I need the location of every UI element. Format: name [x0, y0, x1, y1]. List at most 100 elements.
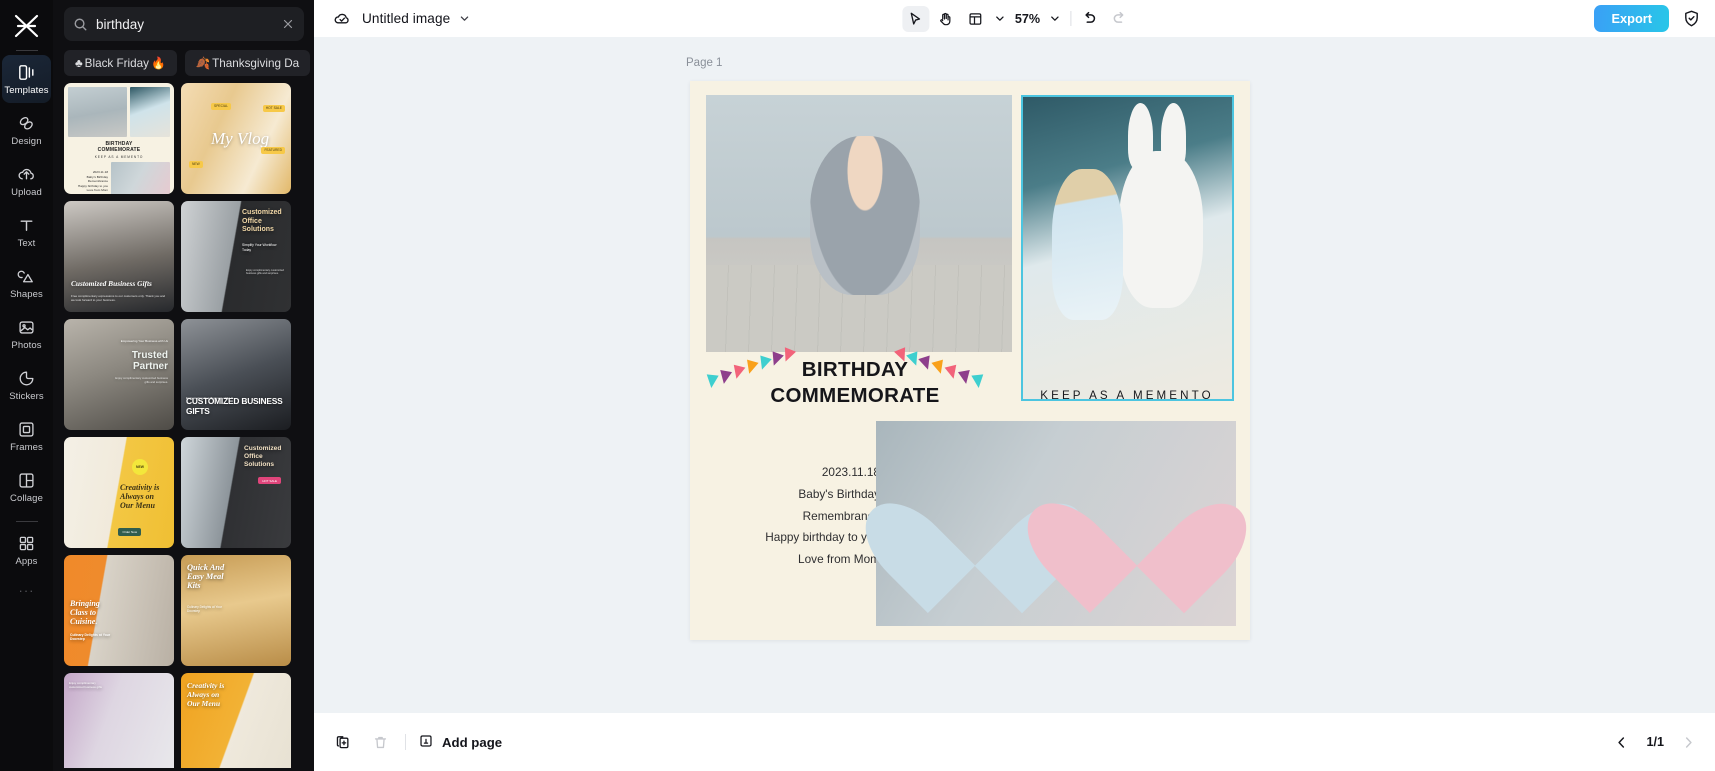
thumb-badge: NEW	[132, 459, 148, 475]
search-icon	[73, 17, 88, 32]
sidebar-item-shapes[interactable]: Shapes	[2, 259, 51, 307]
chip-lead-icon: 🍂	[195, 57, 211, 70]
image-baby-figure	[810, 136, 921, 296]
canvas-area[interactable]: Page 1 BIRTHDAY COMMEMORATE KEEP AS A ME…	[314, 37, 1715, 713]
chevron-down-icon[interactable]	[459, 13, 470, 24]
canvas-tools: 57%	[901, 5, 1127, 32]
rail-divider-bottom	[15, 521, 38, 522]
template-card-customized-office-solutions-window[interactable]: Customized Office Solutions HOT SALE	[181, 437, 291, 548]
design-message-line: Love from Mom	[798, 552, 880, 567]
sidebar-label-photos: Photos	[11, 340, 42, 351]
thumb-title: Customized Office Solutions	[242, 209, 282, 233]
template-card-customized-office-solutions-relax[interactable]: Customized Office Solutions Simplify You…	[181, 201, 291, 312]
thumb-tag: NEW	[189, 161, 203, 168]
design-message-line: 2023.11.18	[821, 465, 880, 479]
search-box[interactable]	[64, 7, 304, 41]
thumb-photo-twins	[111, 162, 170, 194]
thumb-body: Free complimentary expressions to our cu…	[71, 294, 166, 302]
thumb-text: 2023.11.18 Baby's Birthday Remembrance Happ…	[77, 170, 109, 193]
template-card-creativity-always-on-our-menu[interactable]: Creativity is Always on Our Menu	[181, 673, 291, 768]
template-grid: BIRTHDAY COMMEMORATE KEEP AS A MEMENTO 2…	[53, 83, 314, 768]
chip-black-friday[interactable]: ♣ Black Friday 🔥	[64, 50, 177, 76]
add-page-label: Add page	[442, 734, 503, 750]
duplicate-page-icon[interactable]	[330, 729, 356, 755]
design-message-text[interactable]: 2023.11.18 Baby's Birthday Remembrance H…	[712, 462, 880, 571]
stickers-icon	[16, 368, 37, 389]
template-card-birthday-commemorate[interactable]: BIRTHDAY COMMEMORATE KEEP AS A MEMENTO 2…	[64, 83, 174, 194]
chip-lead-icon: ♣	[75, 56, 83, 70]
thumb-subtitle: Culinary Delights at Your Doorstep	[70, 633, 111, 641]
design-image-twin-babies[interactable]	[876, 421, 1236, 626]
search-wrapper	[53, 0, 314, 41]
thumb-title: Creativity is Always on Our Menu	[120, 483, 160, 510]
shapes-icon	[16, 266, 37, 287]
apps-icon	[16, 533, 37, 554]
template-card-customized-business-gifts-call[interactable]: Empowering Your Business with Us CUSTOMI…	[181, 319, 291, 430]
document-title[interactable]: Untitled image	[362, 11, 450, 26]
prev-page-button[interactable]	[1615, 736, 1628, 749]
design-image-girl-with-bunny[interactable]	[1021, 95, 1234, 401]
design-image-baby[interactable]	[706, 95, 1012, 352]
thumb-title: Customized Office Solutions	[244, 445, 282, 468]
thumb-title: Enjoy complimentary customized business …	[69, 681, 102, 689]
thumb-tag: FEATURED	[261, 147, 285, 154]
close-icon[interactable]	[281, 17, 295, 31]
sidebar-item-stickers[interactable]: Stickers	[2, 361, 51, 409]
collage-icon	[16, 470, 37, 491]
select-tool[interactable]	[901, 5, 929, 32]
design-title[interactable]: BIRTHDAY COMMEMORATE	[765, 357, 945, 409]
thumb-title: Customized Business Gifts	[71, 279, 152, 288]
app-logo[interactable]	[7, 9, 47, 43]
sidebar-item-apps[interactable]: Apps	[2, 526, 51, 574]
template-card-trusted-partner[interactable]: Empowering Your Business with Us Trusted…	[64, 319, 174, 430]
design-icon	[16, 113, 37, 134]
thumb-tag: SPECIAL	[211, 103, 231, 110]
design-memento-text[interactable]: KEEP AS A MEMENTO	[1020, 389, 1234, 402]
sidebar-item-frames[interactable]: Frames	[2, 412, 51, 460]
thumb-kicker: Empowering Your Business with Us	[120, 339, 168, 343]
photos-icon	[16, 317, 37, 338]
add-page-icon	[418, 733, 434, 752]
template-card-creativity-menu-dessert[interactable]: Creativity is Always on Our Menu NEW Ord…	[64, 437, 174, 548]
sidebar-item-photos[interactable]: Photos	[2, 310, 51, 358]
template-card-customized-business-gifts-team[interactable]: Customized Business Gifts Free complimen…	[64, 201, 174, 312]
page-navigation: 1/1	[1615, 735, 1695, 749]
layout-tool[interactable]	[962, 6, 989, 32]
chip-label: Black Friday	[84, 56, 149, 70]
bottom-toolbar-divider	[405, 734, 406, 750]
shield-check-icon[interactable]	[1682, 9, 1701, 28]
thumb-photo-baby	[68, 87, 127, 137]
add-page-button[interactable]: Add page	[418, 733, 502, 752]
cloud-saved-icon[interactable]	[332, 9, 352, 29]
template-card-my-vlog[interactable]: My Vlog NEW HOT SALE SPECIAL FEATURED	[181, 83, 291, 194]
thumb-body: Enjoy complimentary customized business …	[246, 269, 284, 276]
thumb-title: CUSTOMIZED BUSINESS GIFTS	[186, 396, 283, 416]
bottom-toolbar: Add page 1/1	[314, 713, 1715, 771]
trash-icon	[367, 729, 393, 755]
sidebar-item-collage[interactable]: Collage	[2, 463, 51, 511]
layout-chevron-down-icon[interactable]	[994, 13, 1005, 24]
hand-tool[interactable]	[932, 6, 959, 32]
template-card-bringing-class-to-cuisine[interactable]: Bringing Class to Cuisine. Culinary Deli…	[64, 555, 174, 666]
undo-icon[interactable]	[1081, 10, 1098, 27]
template-card-quick-and-easy-meal-kits[interactable]: Quick And Easy Meal Kits Culinary Deligh…	[181, 555, 291, 666]
page-label: Page 1	[686, 57, 723, 69]
sidebar-item-design[interactable]: Design	[2, 106, 51, 154]
chip-label: Thanksgiving Da	[212, 56, 300, 70]
zoom-level[interactable]: 57%	[1008, 12, 1043, 26]
rail-divider-top	[15, 50, 38, 51]
image-girl-figure	[1052, 169, 1124, 321]
sidebar-item-upload[interactable]: Upload	[2, 157, 51, 205]
rail-more-button[interactable]: ···	[19, 583, 35, 598]
template-card-business-person-purple[interactable]: Enjoy complimentary customized business …	[64, 673, 174, 768]
zoom-chevron-down-icon[interactable]	[1049, 13, 1060, 24]
search-input[interactable]	[96, 16, 273, 32]
sidebar-item-text[interactable]: Text	[2, 208, 51, 256]
design-page[interactable]: BIRTHDAY COMMEMORATE KEEP AS A MEMENTO 2…	[690, 81, 1250, 640]
export-button[interactable]: Export	[1594, 5, 1669, 32]
thumb-cta: Order Now	[118, 528, 141, 536]
sidebar-item-templates[interactable]: Templates	[2, 55, 51, 103]
sidebar-label-stickers: Stickers	[9, 391, 44, 402]
design-title-line2: COMMEMORATE	[770, 384, 940, 407]
chip-thanksgiving-day[interactable]: 🍂 Thanksgiving Da	[184, 50, 311, 76]
